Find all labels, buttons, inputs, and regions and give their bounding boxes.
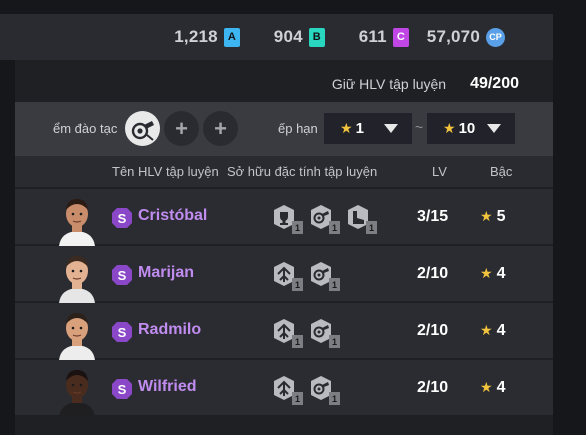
coach-rank: ★ 5	[480, 208, 505, 226]
coach-level: 2/10	[417, 379, 449, 396]
currency-b-icon: B	[308, 27, 325, 47]
rank-min-dropdown[interactable]: ★ 1	[324, 113, 412, 144]
trait-level-badge: 1	[329, 335, 340, 348]
coach-name: Marijan	[138, 264, 195, 281]
coach-rank: ★ 4	[480, 379, 505, 397]
trait-level-badge: 1	[292, 221, 303, 234]
currency-a-icon: A	[223, 27, 240, 47]
coach-name: Wilfried	[138, 378, 197, 395]
star-icon: ★	[443, 120, 456, 136]
currency-c-icon: C	[392, 27, 409, 47]
coach-traits: 11	[271, 261, 345, 291]
whistle-trait-icon[interactable]: 1	[308, 204, 340, 234]
coach-grade-badge: S	[112, 379, 132, 399]
coach-row[interactable]: S Wilfried 1 1 2/10 ★ 4	[15, 360, 553, 417]
coach-count-value: 49/200	[470, 75, 519, 92]
coach-grade-badge: S	[112, 322, 132, 342]
coach-traits: 11	[271, 318, 345, 348]
coach-count-row: Giữ HLV tập luyện 49/200	[15, 66, 553, 102]
plus-icon: +	[175, 115, 188, 141]
training-slot-3[interactable]: +	[203, 111, 238, 146]
trait-level-badge: 1	[329, 278, 340, 291]
col-rank-header[interactable]: Bậc	[490, 164, 512, 179]
coach-traits: 11	[271, 375, 345, 405]
coach-traits: 1 1 1	[271, 204, 382, 234]
coach-rank-value: 4	[496, 379, 506, 396]
currency-a: 1,218 A	[174, 27, 240, 47]
coach-avatar	[55, 251, 99, 303]
training-slot-2[interactable]: +	[164, 111, 199, 146]
coach-grade-badge: S	[112, 208, 132, 228]
trait-level-badge: 1	[292, 392, 303, 405]
currency-b: 904 B	[274, 27, 325, 47]
currency-c: 611 C	[359, 27, 409, 47]
rank-range-separator: ~	[415, 119, 424, 135]
col-name-header[interactable]: Tên HLV tập luyện	[112, 164, 219, 179]
coach-avatar	[55, 308, 99, 360]
currency-b-value: 904	[273, 27, 303, 46]
coach-level: 3/15	[417, 208, 449, 225]
currency-bar: 1,218 A 904 B 611 C 57,070 CP	[0, 14, 553, 60]
rank-max-dropdown[interactable]: ★ 10	[427, 113, 515, 144]
whistle-trait-icon[interactable]: 1	[308, 375, 340, 405]
col-traits-header: Sở hữu đặc tính tập luyện	[227, 164, 378, 179]
coach-row[interactable]: S Marijan 1 1 2/10 ★ 4	[15, 246, 553, 303]
chevron-down-icon	[487, 124, 501, 133]
coach-name: Radmilo	[138, 321, 202, 338]
coach-rank-value: 4	[496, 322, 506, 339]
rank-filter-label: ếp hạn	[278, 121, 318, 136]
column-header: Tên HLV tập luyện Sở hữu đặc tính tập lu…	[15, 156, 553, 187]
cp-coin-icon: CP	[486, 27, 505, 47]
star-icon: ★	[340, 120, 353, 136]
trait-level-badge: 1	[329, 221, 340, 234]
whistle-trait-icon[interactable]: 1	[308, 318, 340, 348]
arrows-trait-icon[interactable]: 1	[271, 318, 303, 348]
arrows-trait-icon[interactable]: 1	[271, 261, 303, 291]
trait-level-badge: 1	[292, 335, 303, 348]
whistle-trait-icon[interactable]: 1	[308, 261, 340, 291]
coach-avatar	[55, 365, 99, 417]
rank-max-value: 10	[458, 120, 476, 137]
coach-rank: ★ 4	[480, 322, 505, 340]
coach-row[interactable]: S Radmilo 1 1 2/10 ★ 4	[15, 303, 553, 360]
training-slot-label: ểm đào tạc	[53, 121, 118, 136]
coach-rank: ★ 4	[480, 265, 505, 283]
star-icon: ★	[480, 379, 493, 395]
chevron-down-icon	[384, 124, 398, 133]
coach-rank-value: 5	[496, 208, 506, 225]
star-icon: ★	[480, 208, 493, 224]
boot-trait-icon[interactable]: 1	[345, 204, 377, 234]
coach-level: 2/10	[417, 265, 449, 282]
currency-c-value: 611	[358, 27, 387, 46]
trait-level-badge: 1	[366, 221, 377, 234]
whistle-slot-icon	[131, 120, 154, 141]
coach-count-label: Giữ HLV tập luyện	[331, 76, 447, 92]
arrows-trait-icon[interactable]: 1	[271, 375, 303, 405]
coach-grade-badge: S	[112, 265, 132, 285]
star-icon: ★	[480, 322, 493, 338]
currency-a-value: 1,218	[174, 27, 218, 46]
trait-level-badge: 1	[329, 392, 340, 405]
coach-avatar	[55, 194, 99, 246]
trophy-trait-icon[interactable]: 1	[271, 204, 303, 234]
coach-row[interactable]: S Cristóbal 1 1 1 3/15 ★ 5	[15, 189, 553, 246]
coach-panel: Giữ HLV tập luyện 49/200 ểm đào tạc + + …	[15, 60, 553, 435]
coach-level: 2/10	[417, 322, 449, 339]
col-level-header[interactable]: LV	[432, 164, 447, 179]
currency-cp-value: 57,070	[426, 27, 480, 46]
star-icon: ★	[480, 265, 493, 281]
trait-level-badge: 1	[292, 278, 303, 291]
filter-bar: ểm đào tạc + + ếp hạn ★ 1 ~ ★ 10	[15, 102, 553, 156]
rank-min-value: 1	[355, 120, 364, 137]
coach-rank-value: 4	[496, 265, 506, 282]
coach-name: Cristóbal	[138, 207, 208, 224]
training-slot-1[interactable]	[125, 111, 160, 146]
currency-cp: 57,070 CP	[427, 27, 505, 47]
plus-icon: +	[214, 115, 227, 141]
